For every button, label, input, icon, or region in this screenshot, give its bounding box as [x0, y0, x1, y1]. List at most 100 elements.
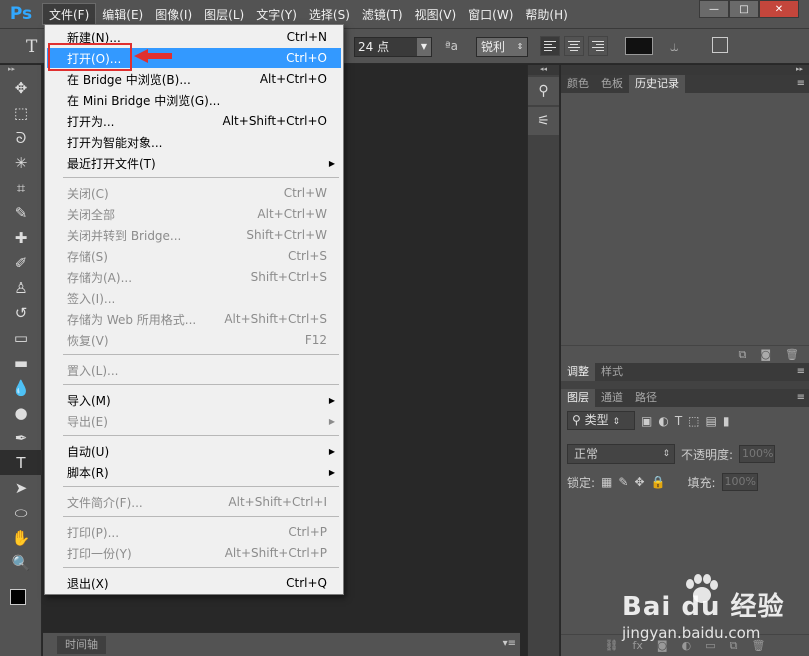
healing-tool[interactable]: ✚ [0, 225, 42, 250]
tab-swatches[interactable]: 色板 [595, 75, 629, 93]
gradient-tool[interactable]: ▬ [0, 350, 42, 375]
warp-text-icon[interactable]: ⥿ [670, 37, 678, 55]
menu-type[interactable]: 文字(Y) [250, 3, 303, 25]
brush-presets-icon[interactable]: ⚲ [528, 77, 559, 105]
type-tool[interactable]: T [0, 450, 42, 475]
menu-file[interactable]: 文件(F) [42, 3, 97, 25]
antialias-select[interactable]: 锐利 ⇕ [476, 37, 528, 57]
menu-view[interactable]: 视图(V) [409, 3, 463, 25]
adjustment-filter-icon[interactable]: ◐ [658, 414, 668, 428]
brush-tool[interactable]: ✐ [0, 250, 42, 275]
hand-tool[interactable]: ✋ [0, 525, 42, 550]
crop-tool[interactable]: ⌗ [0, 175, 42, 200]
foreground-color-swatch[interactable] [10, 589, 26, 605]
fill-field[interactable]: 100% [721, 473, 758, 491]
menu-separator [63, 384, 339, 385]
font-size-select[interactable]: 24 点 ▼ [354, 37, 432, 57]
history-brush-tool[interactable]: ↺ [0, 300, 42, 325]
menu-item-4[interactable]: 打开为... Alt+Shift+Ctrl+O [47, 111, 341, 131]
menu-item-2[interactable]: 在 Bridge 中浏览(B)... Alt+Ctrl+O [47, 69, 341, 89]
marquee-tool[interactable]: ⬚ [0, 100, 42, 125]
magic-wand-tool[interactable]: ✳ [0, 150, 42, 175]
panel-grip-icon[interactable]: ▸▸ [561, 65, 809, 75]
panel-grip-icon[interactable]: ◂◂ [528, 65, 559, 75]
dodge-tool[interactable]: ● [0, 400, 42, 425]
zoom-tool[interactable]: 🔍 [0, 550, 42, 575]
type-tool-preset-icon[interactable]: T [26, 37, 37, 57]
panel-menu-icon[interactable]: ≡ [797, 392, 805, 403]
blend-mode-select[interactable]: 正常 ⇕ [567, 444, 675, 464]
adjust-sliders-icon[interactable]: ⚟ [528, 107, 559, 135]
menu-item-7: 关闭(C) Ctrl+W [47, 183, 341, 203]
color-swatches[interactable] [0, 579, 41, 609]
panel-grip-icon[interactable]: ▸▸ [0, 65, 41, 75]
tab-styles[interactable]: 样式 [595, 363, 629, 381]
menu-select[interactable]: 选择(S) [303, 3, 356, 25]
type-filter-icon[interactable]: T [675, 414, 682, 428]
lock-position-icon[interactable]: ✥ [634, 475, 644, 489]
menu-item-19[interactable]: 脚本(R) ▶ [47, 462, 341, 482]
tab-channels[interactable]: 通道 [595, 389, 629, 407]
camera-icon[interactable]: ◙ [760, 348, 771, 361]
tab-layers[interactable]: 图层 [561, 389, 595, 407]
eyedropper-tool[interactable]: ✎ [0, 200, 42, 225]
filter-toggle-icon[interactable]: ▮ [723, 414, 730, 428]
trash-icon[interactable]: 🗑 [785, 348, 799, 361]
menu-item-label: 打开为... [67, 114, 115, 129]
menu-item-6[interactable]: 最近打开文件(T) ▶ [47, 153, 341, 173]
menu-item-23[interactable]: 退出(X) Ctrl+Q [47, 573, 341, 593]
pen-tool[interactable]: ✒ [0, 425, 42, 450]
menu-item-shortcut: Ctrl+S [287, 249, 327, 263]
align-center-button[interactable] [564, 36, 584, 56]
eraser-tool[interactable]: ▭ [0, 325, 42, 350]
panel-menu-icon[interactable]: ≡ [797, 78, 805, 89]
path-select-tool[interactable]: ➤ [0, 475, 42, 500]
lock-all-icon[interactable]: 🔒 [651, 475, 666, 489]
menu-item-shortcut: Shift+Ctrl+S [250, 270, 327, 284]
window-controls: — □ ✕ [699, 0, 799, 18]
smart-object-filter-icon[interactable]: ▤ [706, 414, 717, 428]
menu-item-label: 打印(P)... [67, 525, 120, 540]
menu-item-18[interactable]: 自动(U) ▶ [47, 441, 341, 461]
panel-menu-icon[interactable]: ▾≡ [503, 638, 516, 649]
menu-help[interactable]: 帮助(H) [519, 3, 573, 25]
kind-filter-select[interactable]: ⚲ 类型 ⇕ [567, 411, 635, 430]
tab-paths[interactable]: 路径 [629, 389, 663, 407]
menu-item-16[interactable]: 导入(M) ▶ [47, 390, 341, 410]
close-button[interactable]: ✕ [759, 0, 799, 18]
tab-history[interactable]: 历史记录 [629, 75, 685, 93]
menu-window[interactable]: 窗口(W) [462, 3, 519, 25]
chevron-updown-icon: ⇕ [513, 38, 527, 56]
tab-adjustments[interactable]: 调整 [561, 363, 595, 381]
ellipse-tool[interactable]: ⬭ [0, 500, 42, 525]
character-panel-icon[interactable] [712, 37, 728, 53]
menu-image[interactable]: 图像(I) [149, 3, 198, 25]
lasso-tool[interactable]: ᘐ [0, 125, 42, 150]
text-color-swatch[interactable] [625, 37, 653, 55]
menu-edit[interactable]: 编辑(E) [96, 3, 149, 25]
opacity-field[interactable]: 100% [739, 445, 776, 463]
align-right-button[interactable] [588, 36, 608, 56]
adjust-panel-tabs: 调整 样式 ≡ [561, 363, 809, 381]
menu-item-label: 关闭(C) [67, 186, 109, 201]
menu-item-5[interactable]: 打开为智能对象... [47, 132, 341, 152]
menu-item-3[interactable]: 在 Mini Bridge 中浏览(G)... [47, 90, 341, 110]
align-left-button[interactable] [540, 36, 560, 56]
minimize-button[interactable]: — [699, 0, 729, 18]
lock-pixels-icon[interactable]: ✎ [618, 475, 628, 489]
blur-tool[interactable]: 💧 [0, 375, 42, 400]
menu-filter[interactable]: 滤镜(T) [356, 3, 409, 25]
panel-menu-icon[interactable]: ≡ [797, 366, 805, 377]
menu-layer[interactable]: 图层(L) [198, 3, 250, 25]
timeline-tab[interactable]: 时间轴 [57, 636, 106, 654]
shape-filter-icon[interactable]: ⬚ [688, 414, 699, 428]
history-list[interactable] [561, 93, 809, 345]
baidu-watermark: Bai du 经验 jingyan.baidu.com [612, 574, 802, 654]
move-tool[interactable]: ✥ [0, 75, 42, 100]
lock-transparent-icon[interactable]: ▦ [601, 475, 612, 489]
pixel-filter-icon[interactable]: ▣ [641, 414, 652, 428]
stamp-tool[interactable]: ♙ [0, 275, 42, 300]
maximize-button[interactable]: □ [729, 0, 759, 18]
new-document-icon[interactable]: ⧉ [738, 348, 746, 362]
tab-color[interactable]: 颜色 [561, 75, 595, 93]
